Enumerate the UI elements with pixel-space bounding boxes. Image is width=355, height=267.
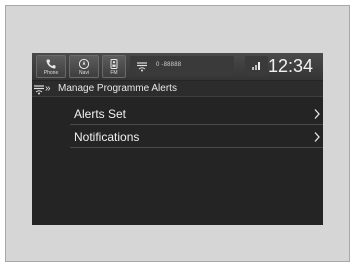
radio-info-display[interactable]: 0 -88888 (130, 56, 234, 76)
clock: 12:34 (268, 56, 314, 76)
menu-item-notifications[interactable]: Notifications (70, 126, 323, 148)
breadcrumb-separator: » (45, 83, 51, 94)
navi-button[interactable]: Navi (69, 55, 99, 78)
signal-indicator (245, 56, 268, 76)
radio-signal-icon (135, 59, 149, 78)
page-title: Manage Programme Alerts (58, 83, 177, 94)
fm-button[interactable]: FM (102, 55, 126, 78)
status-bar: Phone Navi FM 0 -88888 12:34 (32, 53, 323, 80)
phone-button[interactable]: Phone (36, 55, 66, 78)
phone-label: Phone (43, 70, 59, 76)
device-bezel: Phone Navi FM 0 -88888 12:34 » Manage Pr… (5, 5, 350, 262)
signal-strength-icon (251, 59, 263, 77)
fm-label: FM (110, 70, 118, 76)
radio-frequency-text: 0 -88888 (156, 62, 182, 68)
phone-icon (37, 57, 65, 70)
chevron-right-icon (313, 130, 321, 144)
fm-radio-icon (103, 57, 125, 70)
breadcrumb: » Manage Programme Alerts (32, 81, 323, 97)
infotainment-screen: Phone Navi FM 0 -88888 12:34 » Manage Pr… (32, 53, 323, 225)
menu-item-alerts-set[interactable]: Alerts Set (70, 103, 323, 125)
menu-item-label: Notifications (74, 130, 140, 144)
radio-signal-icon (33, 82, 45, 101)
navigation-compass-icon (70, 57, 98, 70)
chevron-right-icon (313, 107, 321, 121)
navi-label: Navi (78, 70, 89, 76)
menu-item-label: Alerts Set (74, 107, 127, 121)
